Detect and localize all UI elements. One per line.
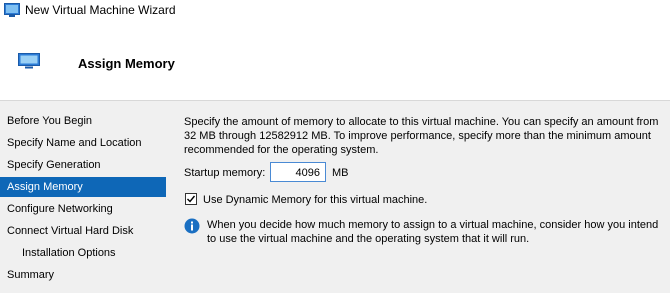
page-title: Assign Memory xyxy=(78,56,175,71)
sidebar-item-assign-memory[interactable]: Assign Memory xyxy=(0,177,166,197)
sidebar-item-summary[interactable]: Summary xyxy=(0,265,166,285)
sidebar-item-specify-name-and-location[interactable]: Specify Name and Location xyxy=(0,133,166,153)
info-text: When you decide how much memory to assig… xyxy=(207,219,659,245)
dynamic-memory-checkbox[interactable] xyxy=(185,193,197,205)
virtual-machine-icon xyxy=(18,53,40,72)
sidebar-item-configure-networking[interactable]: Configure Networking xyxy=(0,199,166,219)
checkmark-icon xyxy=(187,195,196,203)
sidebar-item-specify-generation[interactable]: Specify Generation xyxy=(0,155,166,175)
info-icon xyxy=(184,218,200,237)
startup-memory-input[interactable] xyxy=(270,162,326,182)
sidebar-item-installation-options[interactable]: Installation Options xyxy=(0,243,166,263)
title-bar: New Virtual Machine Wizard xyxy=(0,0,670,22)
sidebar-item-before-you-begin[interactable]: Before You Begin xyxy=(0,111,166,131)
window-title: New Virtual Machine Wizard xyxy=(25,3,176,17)
wizard-header: Assign Memory xyxy=(0,22,670,100)
wizard-steps-sidebar: Before You Begin Specify Name and Locati… xyxy=(0,101,166,293)
main-content: Specify the amount of memory to allocate… xyxy=(166,101,670,293)
dynamic-memory-label[interactable]: Use Dynamic Memory for this virtual mach… xyxy=(203,194,427,206)
startup-memory-unit: MB xyxy=(332,167,349,179)
memory-description: Specify the amount of memory to allocate… xyxy=(184,116,659,156)
virtual-machine-icon xyxy=(4,3,20,20)
sidebar-item-connect-virtual-hard-disk[interactable]: Connect Virtual Hard Disk xyxy=(0,221,166,241)
startup-memory-label: Startup memory: xyxy=(184,167,266,179)
